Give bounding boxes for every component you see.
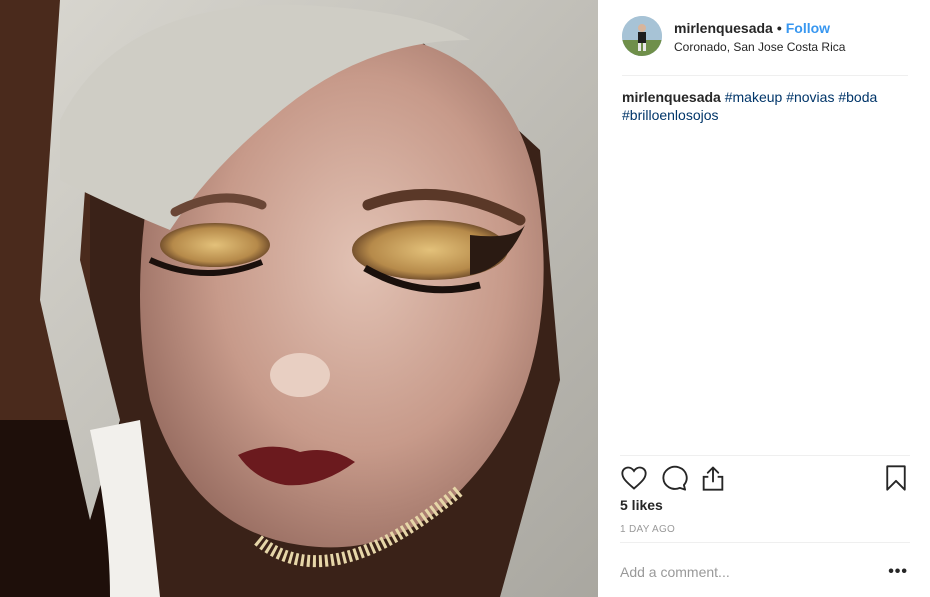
hashtag-link[interactable]: #boda [838,89,877,105]
heart-icon[interactable] [620,464,648,492]
separator-dot: • [776,20,782,36]
post-photo[interactable] [0,0,598,597]
follow-button[interactable]: Follow [786,20,830,36]
hashtag-link[interactable]: #makeup [725,89,783,105]
hashtag-link[interactable]: #novias [786,89,834,105]
caption-username[interactable]: mirlenquesada [622,89,721,105]
hashtag-link[interactable]: #brilloenlosojos [622,107,719,123]
comment-input[interactable] [620,561,860,583]
comment-icon[interactable] [660,464,688,492]
avatar-image [622,16,662,56]
post-header: mirlenquesada • Follow Coronado, San Jose … [622,16,908,76]
share-icon[interactable] [699,464,727,492]
comment-section: ••• [620,542,910,597]
post-details-panel: mirlenquesada • Follow Coronado, San Jose … [598,0,930,597]
username-link[interactable]: mirlenquesada [674,20,773,36]
action-bar [620,455,910,499]
location-link[interactable]: Coronado, San Jose Costa Rica [674,39,845,55]
header-text: mirlenquesada • Follow Coronado, San Jose … [674,16,845,55]
bookmark-icon[interactable] [882,464,910,492]
avatar[interactable] [622,16,662,56]
likes-count[interactable]: 5 likes [620,497,663,513]
post-timestamp[interactable]: 1 DAY AGO [620,524,675,535]
makeup-selfie-image [0,0,598,597]
instagram-post: mirlenquesada • Follow Coronado, San Jose … [0,0,930,597]
caption: mirlenquesada #makeup #novias #boda #bri… [622,88,892,124]
header-row: mirlenquesada • Follow [674,19,845,37]
more-options-button[interactable]: ••• [888,563,908,581]
